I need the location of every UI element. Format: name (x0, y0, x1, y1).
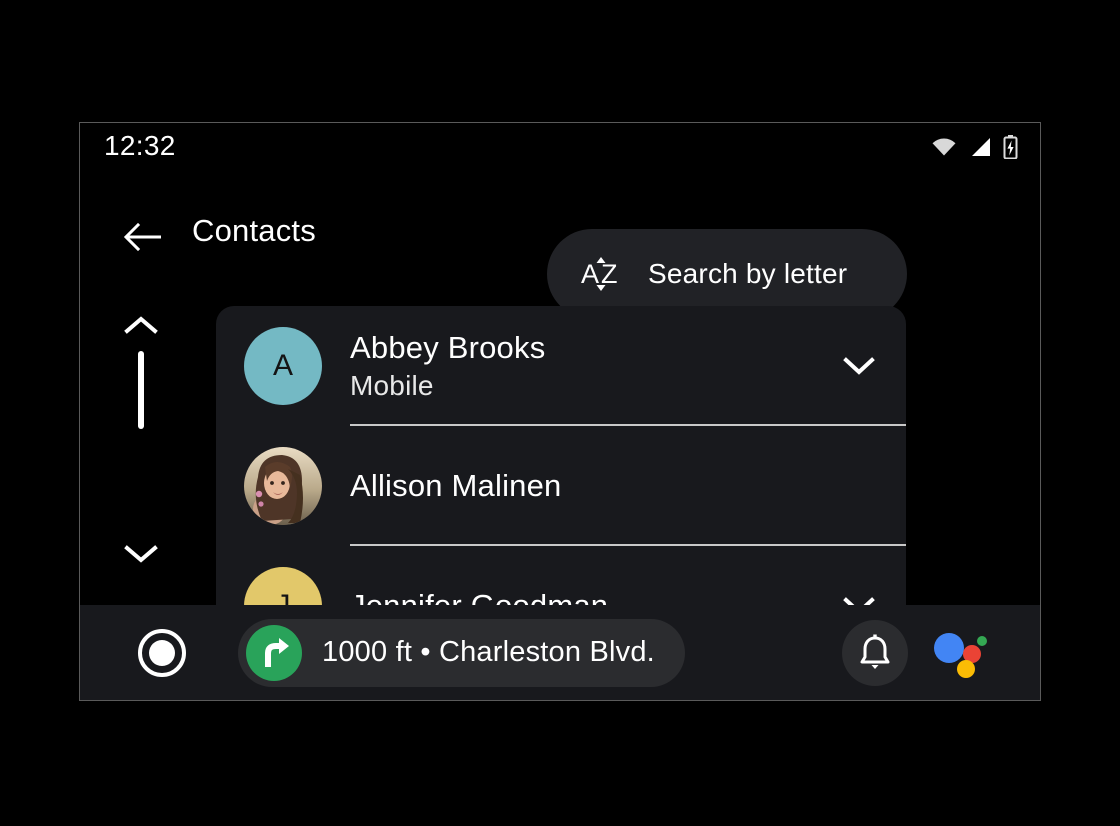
contact-name: Abbey Brooks (350, 329, 546, 365)
cell-signal-icon (969, 137, 991, 157)
contact-list-item[interactable]: Allison Malinen (216, 426, 906, 546)
app-header: Contacts A Z Search by letter (80, 175, 1040, 319)
back-button[interactable] (120, 215, 166, 259)
google-assistant-button[interactable] (930, 625, 992, 681)
home-button[interactable] (134, 625, 190, 681)
notifications-button[interactable] (842, 619, 908, 686)
avatar (244, 447, 322, 525)
status-time: 12:32 (104, 130, 176, 161)
car-display-frame: 12:32 Contacts A Z Search by letter A Ab… (79, 122, 1041, 701)
chevron-down-icon (124, 543, 158, 565)
arrow-left-icon (123, 221, 163, 253)
contact-list-item[interactable]: A Abbey Brooks Mobile (216, 306, 906, 426)
turn-right-icon (246, 624, 302, 681)
a-z-sort-icon: A Z (580, 252, 624, 296)
status-bar: 12:32 (80, 123, 1040, 175)
contact-text-block: Abbey Brooks Mobile (350, 328, 824, 404)
contact-photo (244, 447, 322, 525)
scroll-up-button[interactable] (119, 309, 163, 341)
page-title: Contacts (192, 213, 316, 248)
battery-charging-icon (1003, 135, 1018, 159)
notifications-bell-icon (857, 634, 893, 672)
scrollbar-thumb[interactable] (138, 351, 144, 429)
chevron-up-icon (124, 314, 158, 336)
google-assistant-icon (930, 625, 992, 681)
scroll-down-button[interactable] (119, 538, 163, 570)
contact-name: Allison Malinen (350, 468, 562, 504)
wifi-icon (931, 137, 957, 157)
contact-text-block: Allison Malinen (350, 466, 824, 506)
screenshot-root: 12:32 Contacts A Z Search by letter A Ab… (0, 0, 1120, 826)
avatar-initial: A (272, 349, 293, 382)
home-circle-icon (135, 626, 189, 680)
search-by-letter-label: Search by letter (648, 258, 848, 289)
list-scrollbar[interactable] (106, 301, 176, 601)
navigation-status-button[interactable]: 1000 ft • Charleston Blvd. (238, 618, 685, 687)
chevron-down-icon (842, 355, 876, 377)
svg-text:Z: Z (601, 259, 618, 289)
expand-contact-button[interactable] (824, 355, 894, 377)
status-icon-group (931, 135, 1018, 159)
svg-text:A: A (581, 259, 599, 289)
bottom-nav-bar: 1000 ft • Charleston Blvd. (80, 605, 1040, 700)
navigation-status-text: 1000 ft • Charleston Blvd. (322, 636, 655, 668)
avatar: A (244, 327, 322, 405)
contact-subtitle: Mobile (350, 369, 434, 401)
